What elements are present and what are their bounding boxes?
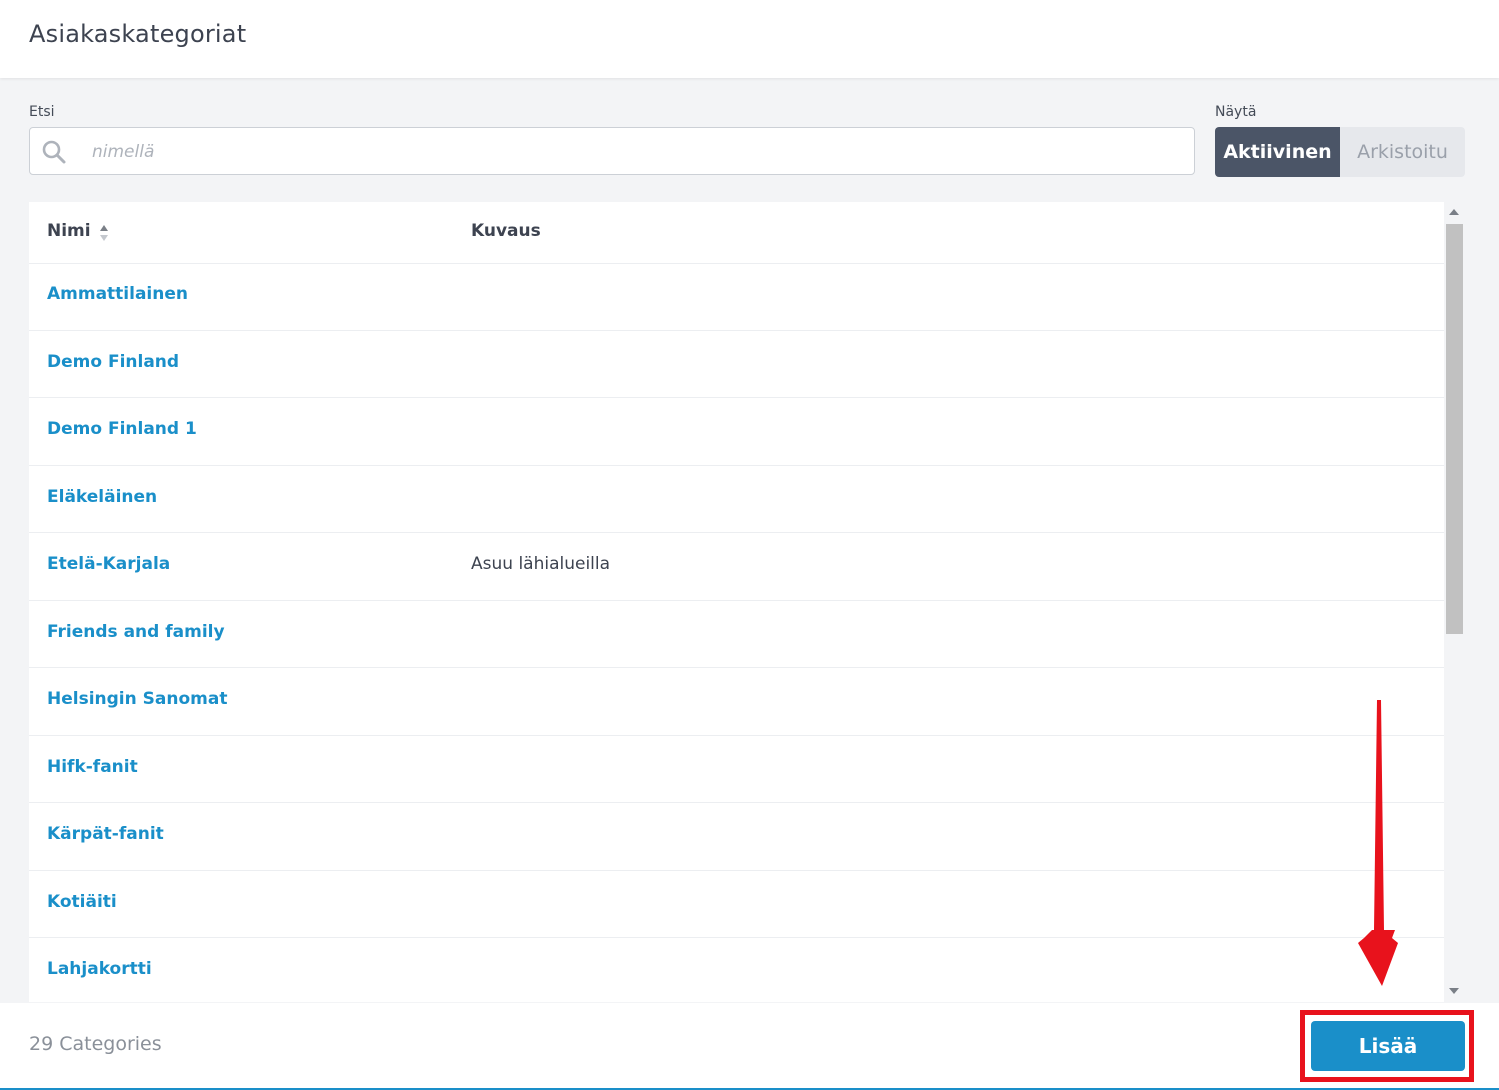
category-name-link[interactable]: Kotiäiti <box>47 892 117 912</box>
arrow-annotation-icon <box>1358 700 1398 986</box>
footer-bar: 29 Categories Lisää <box>0 1003 1499 1090</box>
category-name-link[interactable]: Eläkeläinen <box>47 487 157 507</box>
search-input[interactable] <box>90 136 1184 168</box>
table-row: Demo Finland <box>29 331 1444 398</box>
table-row: Lahjakortti <box>29 938 1444 1002</box>
scrollbar[interactable] <box>1444 202 1465 1002</box>
categories-table: Nimi Kuvaus Ammattilainen Demo Finland Dem… <box>29 202 1465 1002</box>
table-row: Friends and family <box>29 601 1444 668</box>
category-name-link[interactable]: Friends and family <box>47 622 225 642</box>
sort-icon[interactable] <box>99 224 109 242</box>
column-header-description: Kuvaus <box>471 221 541 241</box>
category-name-link[interactable]: Demo Finland <box>47 352 179 372</box>
category-description: Asuu lähialueilla <box>471 554 611 574</box>
category-count: 29 Categories <box>29 1033 162 1055</box>
column-header-name[interactable]: Nimi <box>47 221 91 241</box>
table-row: Eläkeläinen <box>29 466 1444 533</box>
scroll-up-icon[interactable] <box>1449 209 1459 215</box>
category-name-link[interactable]: Demo Finland 1 <box>47 419 197 439</box>
toggle-active-button[interactable]: Aktiivinen <box>1215 127 1340 177</box>
category-name-link[interactable]: Etelä-Karjala <box>47 554 170 574</box>
search-icon <box>42 140 66 164</box>
category-name-link[interactable]: Kärpät-fanit <box>47 824 164 844</box>
page-header: Asiakaskategoriat <box>0 0 1499 78</box>
category-name-link[interactable]: Lahjakortti <box>47 959 152 979</box>
scrollbar-thumb[interactable] <box>1446 224 1463 634</box>
category-name-link[interactable]: Helsingin Sanomat <box>47 689 227 709</box>
table-row: Demo Finland 1 <box>29 398 1444 466</box>
table-row: Ammattilainen <box>29 263 1444 331</box>
search-box[interactable] <box>29 127 1195 175</box>
scroll-down-icon[interactable] <box>1449 988 1459 994</box>
toggle-archived-button[interactable]: Arkistoitu <box>1340 127 1465 177</box>
table-row: Kotiäiti <box>29 871 1444 938</box>
category-name-link[interactable]: Hifk-fanit <box>47 757 138 777</box>
category-name-link[interactable]: Ammattilainen <box>47 284 188 304</box>
table-body: Ammattilainen Demo Finland Demo Finland 1 E… <box>29 263 1444 1002</box>
add-button[interactable]: Lisää <box>1311 1021 1465 1071</box>
table-header: Nimi Kuvaus <box>29 202 1444 264</box>
table-row: Kärpät-fanit <box>29 803 1444 871</box>
page-title: Asiakaskategoriat <box>29 20 247 48</box>
filter-label: Näytä <box>1215 104 1257 120</box>
table-row: Helsingin Sanomat <box>29 668 1444 736</box>
status-toggle: Aktiivinen Arkistoitu <box>1215 127 1465 177</box>
search-label: Etsi <box>29 104 55 120</box>
table-row: Hifk-fanit <box>29 736 1444 803</box>
table-row: Etelä-Karjala Asuu lähialueilla <box>29 533 1444 601</box>
